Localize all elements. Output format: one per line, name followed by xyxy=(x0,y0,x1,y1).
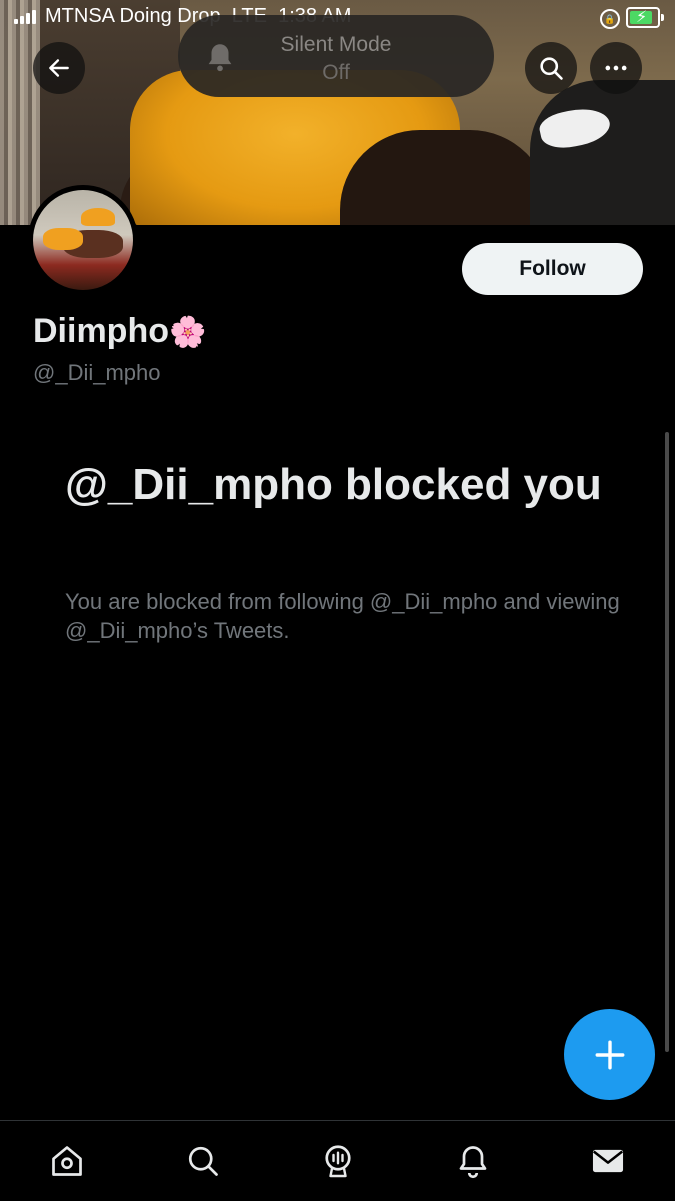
compose-tweet-button[interactable] xyxy=(564,1009,655,1100)
search-icon xyxy=(540,57,563,80)
tab-spaces[interactable] xyxy=(318,1141,358,1181)
tab-search[interactable] xyxy=(183,1141,223,1181)
messages-icon xyxy=(592,1149,624,1173)
plus-icon xyxy=(595,1040,624,1069)
home-icon xyxy=(52,1146,82,1176)
battery-icon: ⚡ xyxy=(626,7,664,28)
arrow-left-icon xyxy=(49,59,69,77)
more-options-button[interactable] xyxy=(590,42,642,94)
search-button[interactable] xyxy=(525,42,577,94)
profile-display-name: Diimpho🌸 xyxy=(33,312,206,351)
silent-mode-banner: Silent Mode Off xyxy=(178,15,494,97)
bottom-tab-bar xyxy=(0,1120,675,1201)
blocked-description: You are blocked from following @_Dii_mph… xyxy=(65,589,620,643)
tab-home[interactable] xyxy=(47,1141,87,1181)
display-name-text: Diimpho xyxy=(33,312,169,350)
tab-notifications[interactable] xyxy=(453,1141,493,1181)
signal-icon xyxy=(14,10,38,24)
search-icon xyxy=(188,1146,218,1176)
scrollbar[interactable] xyxy=(665,432,669,1052)
silent-mode-title: Silent Mode xyxy=(280,33,392,56)
cherry-blossom-emoji: 🌸 xyxy=(168,316,207,349)
banner-pillow xyxy=(530,80,675,225)
silent-mode-state: Off xyxy=(322,61,350,84)
follow-button[interactable]: Follow xyxy=(462,243,643,295)
notifications-icon xyxy=(459,1146,487,1179)
more-horizontal-icon xyxy=(605,65,627,71)
rotation-lock-icon: 🔒 xyxy=(600,9,620,29)
spaces-icon xyxy=(325,1145,351,1178)
tab-messages[interactable] xyxy=(588,1141,628,1181)
back-button[interactable] xyxy=(33,42,85,94)
avatar-photo xyxy=(33,190,133,290)
blocked-title: @_Dii_mpho blocked you xyxy=(65,460,602,509)
profile-handle: @_Dii_mpho xyxy=(33,360,161,385)
avatar[interactable] xyxy=(28,185,138,295)
